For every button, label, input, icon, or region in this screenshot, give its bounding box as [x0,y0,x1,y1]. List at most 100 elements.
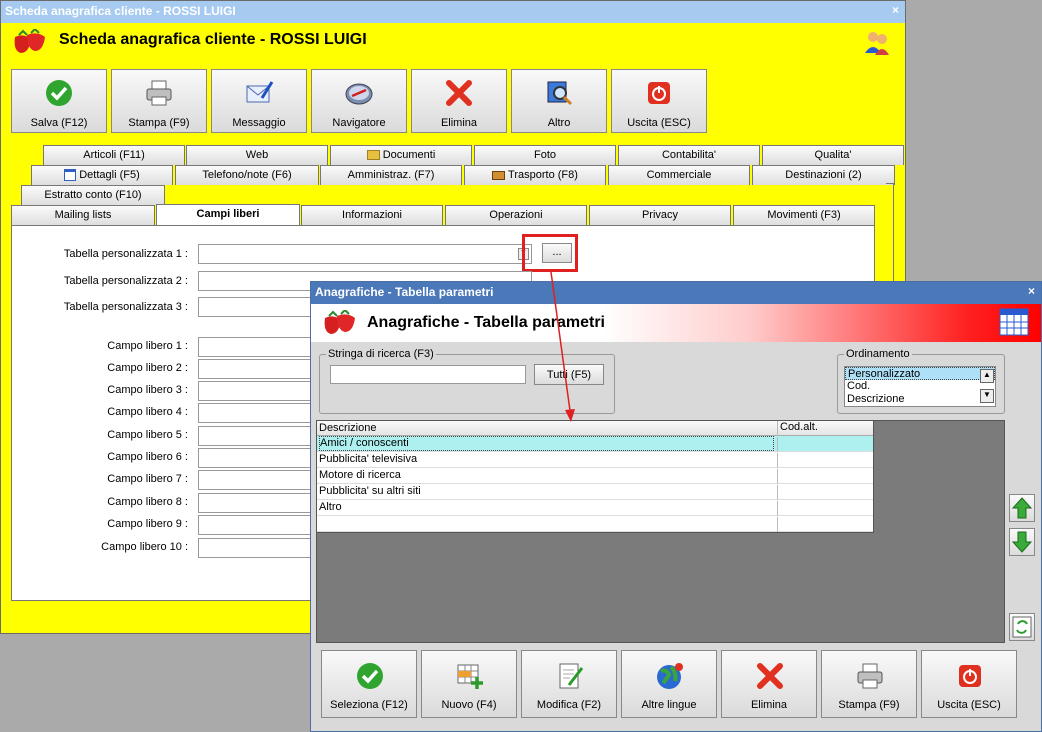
tab-privacy[interactable]: Privacy [589,205,731,225]
table-row[interactable]: Pubblicita' su altri siti [317,484,873,500]
tab-foto[interactable]: Foto [474,145,616,165]
tab-informazioni[interactable]: Informazioni [301,205,443,225]
table-row[interactable] [317,516,873,532]
order-option-cod[interactable]: Cod. [845,380,995,393]
tab-campi-liberi[interactable]: Campi liberi [156,204,300,226]
dialog-exit-button[interactable]: Uscita (ESC) [921,650,1017,718]
row-cod-alt [777,469,872,484]
tab-trasporto-label: Trasporto (F8) [508,169,578,181]
arrow-up-icon [1011,497,1033,519]
campo9-label: Campo libero 9 : [107,518,188,530]
tab-telefono[interactable]: Telefono/note (F6) [175,165,319,185]
table2-label: Tabella personalizzata 2 : [63,275,188,287]
row-descrizione: Pubblicita' su altri siti [319,485,421,497]
globe-icon [657,663,683,689]
order-legend: Ordinamento [846,348,910,360]
move-up-button[interactable] [1009,494,1035,522]
campo3-input[interactable] [198,381,318,401]
refresh-button[interactable] [1009,613,1035,641]
order-option-descrizione[interactable]: Descrizione [845,393,995,406]
tab-qualita[interactable]: Qualita' [762,145,904,165]
languages-button[interactable]: Altre lingue [621,650,717,718]
row-descrizione: Motore di ricerca [319,469,401,481]
campo8-label: Campo libero 8 : [107,496,188,508]
campo4-input[interactable] [198,403,318,423]
campo10-input[interactable] [198,538,318,558]
exit-button[interactable]: Uscita (ESC) [611,69,707,133]
campo5-label: Campo libero 5 : [107,429,188,441]
strawberry-icon [324,310,355,334]
tab-documenti-label: Documenti [382,149,436,161]
campo10-label: Campo libero 10 : [101,541,188,553]
tab-movimenti[interactable]: Movimenti (F3) [733,205,875,225]
campo8-input[interactable] [198,493,318,513]
table1-select[interactable]: ▼ [198,244,532,264]
message-button[interactable]: Messaggio [211,69,307,133]
check-icon [46,80,72,106]
tab-operazioni[interactable]: Operazioni [445,205,587,225]
refresh-icon [1012,616,1032,638]
campo1-input[interactable] [198,337,318,357]
tab-trasporto[interactable]: Trasporto (F8) [464,165,606,185]
save-label: Salva (F12) [30,117,88,129]
tab-dettagli-label: Dettagli (F5) [79,169,140,181]
campo6-label: Campo libero 6 : [107,451,188,463]
table-row[interactable]: Altro [317,500,873,516]
tab-articoli[interactable]: Articoli (F11) [43,145,185,165]
dialog-title: Anagrafiche - Tabella parametri [367,314,605,331]
table-header: Descrizione Cod.alt. [317,421,873,436]
tab-web[interactable]: Web [186,145,328,165]
delete-x-icon [757,663,783,689]
dialog-exit-label: Uscita (ESC) [937,699,1001,711]
table-row[interactable]: Motore di ricerca [317,468,873,484]
tab-documenti[interactable]: Documenti [330,145,472,165]
campo9-input[interactable] [198,515,318,535]
campo7-input[interactable] [198,470,318,490]
close-icon[interactable]: × [892,3,899,17]
col-cod-alt[interactable]: Cod.alt. [777,421,872,436]
users-icon[interactable] [863,29,891,55]
row-cod-alt [777,517,872,532]
new-button[interactable]: Nuovo (F4) [421,650,517,718]
table-row[interactable]: Amici / conoscenti [317,436,873,452]
print-label: Stampa (F9) [128,117,190,129]
save-button[interactable]: Salva (F12) [11,69,107,133]
tab-destinazioni[interactable]: Destinazioni (2) [752,165,895,185]
customer-window-title: Scheda anagrafica cliente - ROSSI LUIGI [5,4,236,18]
table-add-icon [457,664,483,689]
scroll-up-icon[interactable]: ▲ [980,369,994,383]
search-input[interactable] [330,365,526,384]
printer-icon [857,663,883,689]
tab-commerciale[interactable]: Commerciale [608,165,750,185]
compass-icon [345,83,373,105]
campo5-input[interactable] [198,426,318,446]
move-down-button[interactable] [1009,528,1035,556]
campo6-input[interactable] [198,448,318,468]
delete-button[interactable]: Elimina [411,69,507,133]
tab-estratto-conto[interactable]: Estratto conto (F10) [21,185,165,205]
annotation-highlight-box [522,234,578,272]
tutti-button[interactable]: Tutti (F5) [534,364,604,385]
order-option-personalizzato[interactable]: Personalizzato [845,367,995,380]
new-label: Nuovo (F4) [441,699,497,711]
navigator-button[interactable]: Navigatore [311,69,407,133]
table-row[interactable]: Pubblicita' televisiva [317,452,873,468]
tab-amministraz[interactable]: Amministraz. (F7) [320,165,462,185]
print-button[interactable]: Stampa (F9) [111,69,207,133]
campo2-input[interactable] [198,359,318,379]
tab-contabilita[interactable]: Contabilita' [618,145,760,165]
dialog-delete-button[interactable]: Elimina [721,650,817,718]
tab-dettagli[interactable]: Dettagli (F5) [31,165,173,185]
other-button[interactable]: Altro [511,69,607,133]
table-grid-icon[interactable] [999,308,1029,336]
order-listbox[interactable]: Personalizzato Cod. Descrizione ▲ ▼ [844,366,996,407]
scroll-down-icon[interactable]: ▼ [980,389,994,403]
edit-document-icon [559,663,584,689]
edit-button[interactable]: Modifica (F2) [521,650,617,718]
tab-mailing-lists[interactable]: Mailing lists [11,205,155,225]
dialog-print-button[interactable]: Stampa (F9) [821,650,917,718]
row-descrizione: Pubblicita' televisiva [319,453,418,465]
col-descrizione[interactable]: Descrizione [319,422,774,434]
close-icon[interactable]: × [1028,284,1035,298]
select-button[interactable]: Seleziona (F12) [321,650,417,718]
